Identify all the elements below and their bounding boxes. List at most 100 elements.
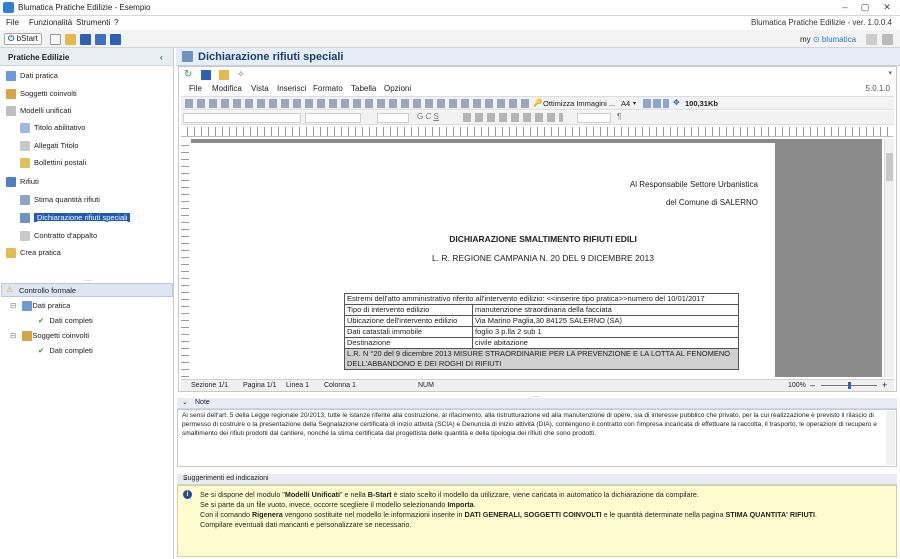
myblumatica-logo[interactable]: my ⊙ blumatica: [800, 34, 856, 45]
postal-icon: [20, 158, 30, 168]
editor-menu-inserisci[interactable]: Inserisci: [277, 84, 306, 93]
splitter-grip[interactable]: ....: [84, 276, 92, 283]
nav-dichiarazione-rifiuti-speciali[interactable]: Dichiarazione rifiuti speciali: [20, 210, 131, 226]
controllo-formale-header: ⚠ Controllo formale: [1, 283, 173, 297]
table-row: Estremi dell'atto amministrativo riferit…: [344, 293, 739, 305]
status-num: NUM: [418, 382, 434, 389]
settings-icon[interactable]: [882, 34, 893, 45]
alignment-icons[interactable]: [463, 113, 563, 122]
minimize-icon[interactable]: –: [838, 2, 852, 13]
collapse-chevron-icon[interactable]: ⌄: [182, 398, 188, 406]
new-icon[interactable]: [50, 34, 61, 45]
declaration-icon: [20, 213, 30, 223]
optimize-images-button[interactable]: Ottimizza Immagini ...: [543, 99, 615, 108]
suggestions-box: i Se si dispone del modulo "Modelli Unif…: [177, 485, 897, 557]
menu-funzionalita[interactable]: Funzionalità: [29, 18, 72, 27]
move-icon[interactable]: ✥: [673, 98, 680, 107]
editor-menu-opzioni[interactable]: Opzioni: [384, 84, 411, 93]
menu-help[interactable]: ?: [114, 18, 118, 27]
spacing-select[interactable]: [577, 113, 611, 123]
layout-icons[interactable]: [643, 99, 669, 108]
tree-expander-icon: ⊟: [10, 331, 17, 340]
save-icon[interactable]: [80, 34, 91, 45]
title-bar: Blumatica Pratiche Edilizie - Esempio – …: [0, 0, 900, 16]
note-scrollbar[interactable]: [886, 411, 895, 465]
editor-menu-file[interactable]: File: [189, 84, 202, 93]
nav-bollettini-postali[interactable]: Bollettini postali: [20, 155, 86, 171]
title-doc-icon: [20, 123, 30, 133]
nav-crea-pratica[interactable]: Crea pratica: [6, 245, 61, 261]
editor-tool-icons[interactable]: [185, 99, 533, 108]
save-as-icon[interactable]: [95, 34, 106, 45]
table-row: L.R. N °20 del 9 dicembre 2013 MISURE ST…: [344, 348, 739, 370]
nav-modelli-unificati[interactable]: Modelli unificati: [6, 103, 71, 119]
people-icon: [22, 331, 32, 341]
save-all-icon[interactable]: [110, 34, 121, 45]
style-select[interactable]: [183, 113, 301, 123]
font-select[interactable]: [305, 113, 361, 123]
collapse-chevron-icon[interactable]: ‹: [160, 53, 163, 62]
scroll-thumb[interactable]: [886, 153, 893, 181]
dropdown-chevron-icon[interactable]: ▾: [888, 69, 892, 77]
zoom-in-icon[interactable]: +: [882, 380, 887, 390]
editor-menu-tabella[interactable]: Tabella: [351, 84, 376, 93]
note-box[interactable]: Ai sensi dell'art. 5 della Legge regiona…: [177, 409, 897, 467]
bold-italic-icons[interactable]: G C S: [417, 112, 439, 121]
open-folder-icon[interactable]: [65, 34, 76, 45]
recipient-line-1: Al Responsabile Settore Urbanistica: [629, 180, 758, 189]
panel-header: Pratiche Edilizie ‹: [0, 48, 173, 66]
zoom-level: 100%: [788, 382, 806, 389]
paper-size-select[interactable]: A4: [621, 99, 630, 108]
nav-rifiuti[interactable]: Rifiuti: [6, 174, 39, 190]
menu-strumenti[interactable]: Strumenti: [76, 18, 110, 27]
status-pagina: Pagina 1/1: [243, 382, 277, 389]
estimate-icon: [20, 195, 30, 205]
bstart-button[interactable]: ⏻ bStart: [4, 33, 42, 45]
menu-file[interactable]: File: [6, 18, 19, 27]
save-icon[interactable]: [201, 70, 211, 80]
document-subheading: L. R. REGIONE CAMPANIA N. 20 DEL 9 DICEM…: [431, 253, 655, 263]
paper-chevron-icon[interactable]: ▾: [633, 100, 636, 107]
info-table: Estremi dell'atto amministrativo riferit…: [344, 293, 739, 370]
status-sezione: Sezione 1/1: [191, 382, 228, 389]
editor-status-bar: Sezione 1/1 Pagina 1/1 Linea 1 Colonna 1…: [181, 379, 894, 391]
pilcrow-icon[interactable]: ¶: [617, 112, 621, 121]
close-icon[interactable]: ✕: [880, 2, 894, 13]
tools-icon[interactable]: ✧: [237, 69, 245, 80]
folder-info-icon: [6, 71, 16, 81]
nav-allegati-titolo[interactable]: Allegati Titolo: [20, 138, 79, 154]
cf-dati-pratica[interactable]: ⊟ Dati pratica: [10, 298, 70, 314]
vertical-scrollbar[interactable]: [884, 139, 894, 377]
cf-dati-completi-1: ✔ Dati completi: [38, 316, 93, 325]
create-folder-icon: [6, 248, 16, 258]
app-icon: [3, 2, 14, 13]
document-icon: [6, 106, 16, 116]
status-linea: Linea 1: [286, 382, 309, 389]
nav-dati-pratica[interactable]: Dati pratica: [6, 68, 58, 84]
info-icon[interactable]: [866, 34, 877, 45]
import-icon[interactable]: [219, 70, 229, 80]
nav-contratto-appalto[interactable]: Contratto d'appalto: [20, 228, 97, 244]
table-row: Dati catastali immobile foglio 3 p.lla 2 …: [344, 326, 739, 338]
zoom-slider-thumb[interactable]: [848, 382, 851, 389]
editor-menu-formato[interactable]: Formato: [313, 84, 343, 93]
horizontal-ruler[interactable]: [181, 127, 893, 137]
nav-soggetti-coinvolti[interactable]: Soggetti coinvolti: [6, 86, 77, 102]
vertical-ruler[interactable]: [181, 139, 189, 377]
editor-menu-vista[interactable]: Vista: [251, 84, 269, 93]
refresh-icon[interactable]: ↻: [184, 69, 192, 80]
check-icon: ✔: [38, 316, 45, 325]
editor-menu-modifica[interactable]: Modifica: [212, 84, 242, 93]
format-toolbar: G C S ¶: [181, 111, 894, 125]
maximize-icon[interactable]: ▢: [858, 2, 872, 13]
warning-icon: ⚠: [6, 285, 14, 294]
main-toolbar: ⏻ bStart my ⊙ blumatica: [0, 30, 900, 48]
suggestions-header: ⌄ Suggerimenti ed indicazioni: [177, 474, 897, 485]
font-size-select[interactable]: [377, 113, 409, 123]
zoom-out-icon[interactable]: –: [810, 380, 815, 390]
cf-soggetti-coinvolti[interactable]: ⊟ Soggetti coinvolti: [10, 328, 89, 344]
document-page[interactable]: Al Responsabile Settore Urbanistica del …: [191, 143, 775, 377]
nav-titolo-abilitativo[interactable]: Titolo abilitativo: [20, 120, 85, 136]
document-size: 100,31Kb: [685, 99, 718, 108]
nav-stima-quantita-rifiuti[interactable]: Stima quantità rifiuti: [20, 192, 100, 208]
